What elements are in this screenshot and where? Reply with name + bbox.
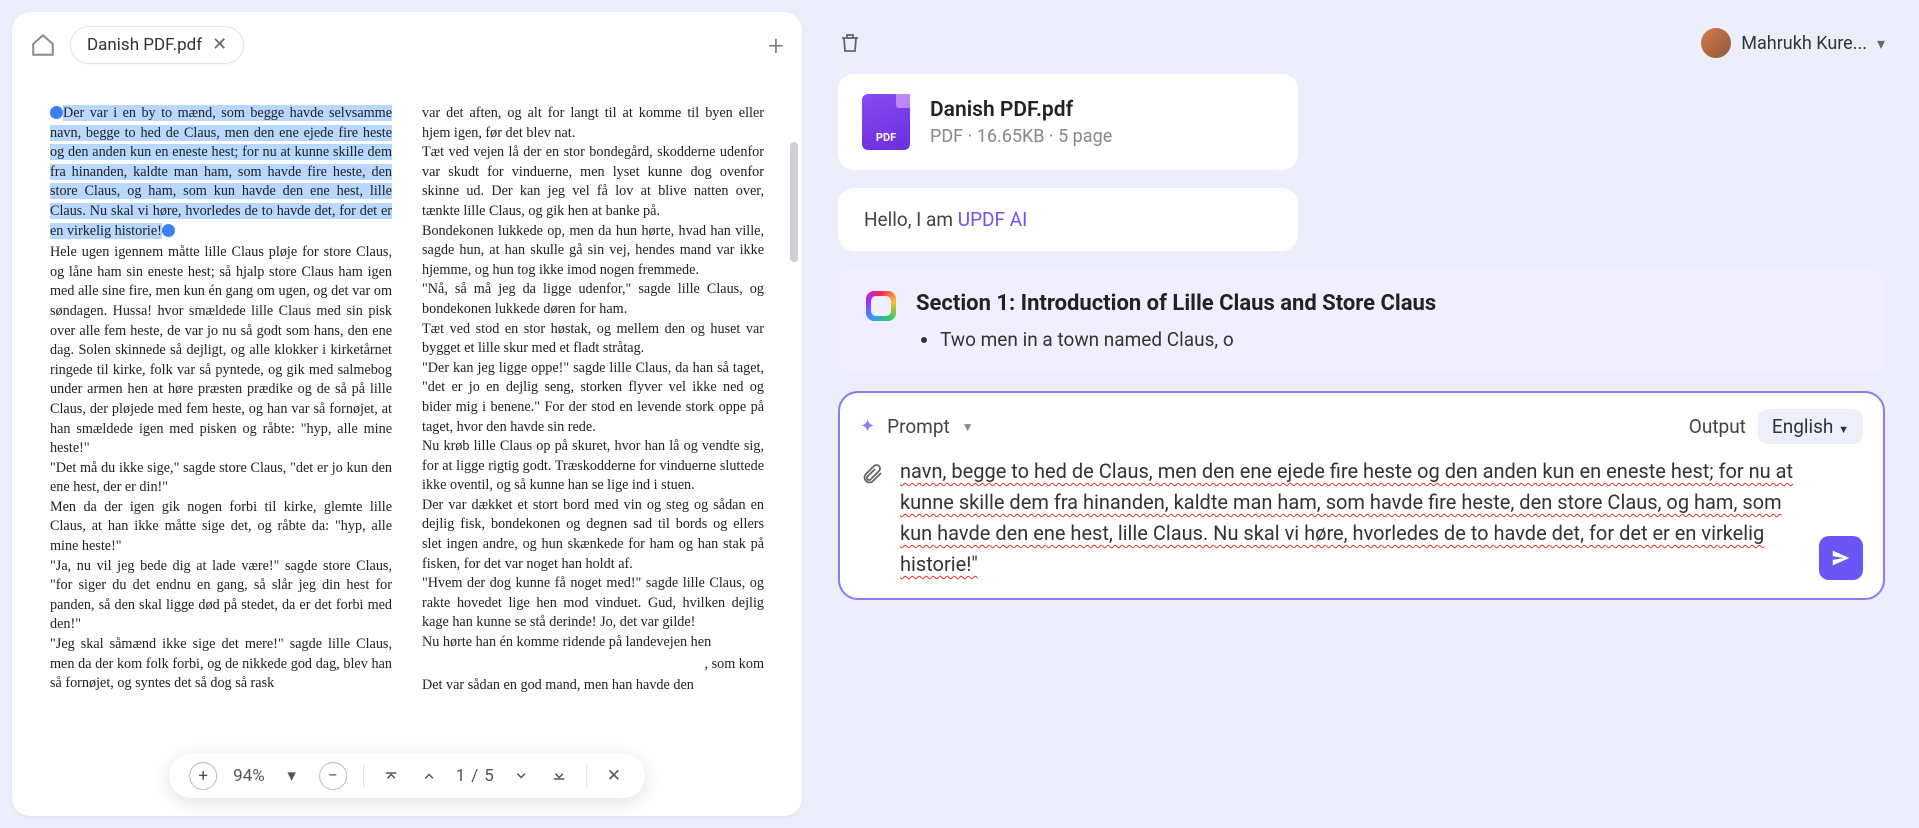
attachment-meta: PDF · 16.65KB · 5 page bbox=[930, 126, 1112, 147]
last-page-icon[interactable] bbox=[548, 765, 570, 787]
user-name: Mahrukh Kure... bbox=[1741, 33, 1867, 54]
toolbar-separator bbox=[586, 765, 587, 787]
page-sep: / bbox=[471, 766, 478, 786]
document-toolbar: + 94% ▾ − 1 / 5 ✕ bbox=[169, 754, 645, 798]
greeting-prefix: Hello, I am bbox=[864, 208, 958, 231]
attachment-card[interactable]: PDF Danish PDF.pdf PDF · 16.65KB · 5 pag… bbox=[838, 74, 1298, 170]
close-toolbar-icon[interactable]: ✕ bbox=[603, 765, 625, 787]
tab-bar: Danish PDF.pdf ✕ + bbox=[12, 12, 802, 72]
avatar bbox=[1701, 28, 1731, 58]
zoom-in-button[interactable]: + bbox=[189, 762, 217, 790]
selected-text[interactable]: Der var i en by to mænd, som begge havde… bbox=[50, 105, 392, 239]
scrollbar-thumb[interactable] bbox=[790, 142, 798, 262]
ai-panel-body: PDF Danish PDF.pdf PDF · 16.65KB · 5 pag… bbox=[816, 74, 1907, 816]
document-panel: Danish PDF.pdf ✕ + Der var i en by to mæ… bbox=[12, 12, 802, 816]
pdf-icon: PDF bbox=[862, 94, 910, 150]
prompt-textarea[interactable]: navn, begge to hed de Claus, men den ene… bbox=[900, 456, 1803, 580]
app-root: Danish PDF.pdf ✕ + Der var i en by to mæ… bbox=[0, 0, 1919, 828]
doc-col2-tail2: Det var sådan en god mand, men han havde… bbox=[422, 676, 764, 696]
ai-panel: Mahrukh Kure... ▾ PDF Danish PDF.pdf PDF… bbox=[816, 12, 1907, 816]
ai-panel-header: Mahrukh Kure... ▾ bbox=[816, 12, 1907, 74]
greeting-brand: UPDF AI bbox=[958, 208, 1028, 231]
doc-paragraph-highlighted: Der var i en by to mænd, som begge havde… bbox=[50, 104, 392, 241]
page-total: 5 bbox=[484, 766, 494, 786]
prompt-input-box: ✦ Prompt ▼ Output English ▼ navn, begge … bbox=[838, 391, 1885, 600]
trash-icon[interactable] bbox=[838, 31, 862, 55]
prompt-header: ✦ Prompt ▼ Output English ▼ bbox=[860, 409, 1863, 444]
page-indicator: 1 / 5 bbox=[456, 766, 494, 786]
toolbar-separator bbox=[363, 765, 364, 787]
close-icon[interactable]: ✕ bbox=[212, 36, 227, 54]
ai-response-bullet: Two men in a town named Claus, o bbox=[940, 328, 1436, 351]
attachment-info: Danish PDF.pdf PDF · 16.65KB · 5 page bbox=[930, 98, 1112, 147]
selection-start-handle[interactable] bbox=[50, 106, 63, 119]
zoom-out-button[interactable]: − bbox=[319, 762, 347, 790]
first-page-icon[interactable] bbox=[380, 765, 402, 787]
zoom-level[interactable]: 94% bbox=[233, 766, 265, 786]
doc-col2: var det aften, og alt for langt til at k… bbox=[422, 104, 764, 653]
ai-response-body: Section 1: Introduction of Lille Claus a… bbox=[916, 291, 1436, 351]
prev-page-icon[interactable] bbox=[418, 765, 440, 787]
attachment-title: Danish PDF.pdf bbox=[930, 98, 1112, 122]
tab-pill[interactable]: Danish PDF.pdf ✕ bbox=[70, 26, 244, 64]
document-page: Der var i en by to mænd, som begge havde… bbox=[34, 82, 780, 816]
ai-response-card: Section 1: Introduction of Lille Claus a… bbox=[838, 269, 1885, 373]
chevron-down-icon[interactable]: ▼ bbox=[962, 420, 974, 434]
next-page-icon[interactable] bbox=[510, 765, 532, 787]
sparkle-icon: ✦ bbox=[860, 416, 875, 437]
user-menu[interactable]: Mahrukh Kure... ▾ bbox=[1701, 28, 1885, 58]
home-icon[interactable] bbox=[30, 32, 56, 58]
greeting-card: Hello, I am UPDF AI bbox=[838, 188, 1298, 251]
ai-response-title: Section 1: Introduction of Lille Claus a… bbox=[916, 291, 1436, 316]
doc-col2-tail: , som kom bbox=[422, 655, 764, 675]
send-button[interactable] bbox=[1819, 536, 1863, 580]
ai-logo-icon bbox=[866, 291, 896, 321]
output-language-select[interactable]: English ▼ bbox=[1758, 409, 1863, 444]
tab-title: Danish PDF.pdf bbox=[87, 35, 202, 55]
new-tab-button[interactable]: + bbox=[768, 29, 784, 62]
document-viewport[interactable]: Der var i en by to mænd, som begge havde… bbox=[12, 72, 802, 816]
prompt-row: navn, begge to hed de Claus, men den ene… bbox=[860, 456, 1863, 580]
page-current[interactable]: 1 bbox=[456, 766, 466, 786]
selection-end-handle[interactable] bbox=[162, 224, 175, 237]
output-label: Output bbox=[1689, 415, 1746, 438]
chevron-down-icon[interactable]: ▾ bbox=[1877, 34, 1885, 53]
doc-col1-rest: Hele ugen igennem måtte lille Claus pløj… bbox=[50, 243, 392, 694]
attachment-icon[interactable] bbox=[860, 462, 884, 490]
chevron-down-icon[interactable]: ▾ bbox=[281, 765, 303, 787]
prompt-label[interactable]: Prompt bbox=[887, 415, 950, 438]
